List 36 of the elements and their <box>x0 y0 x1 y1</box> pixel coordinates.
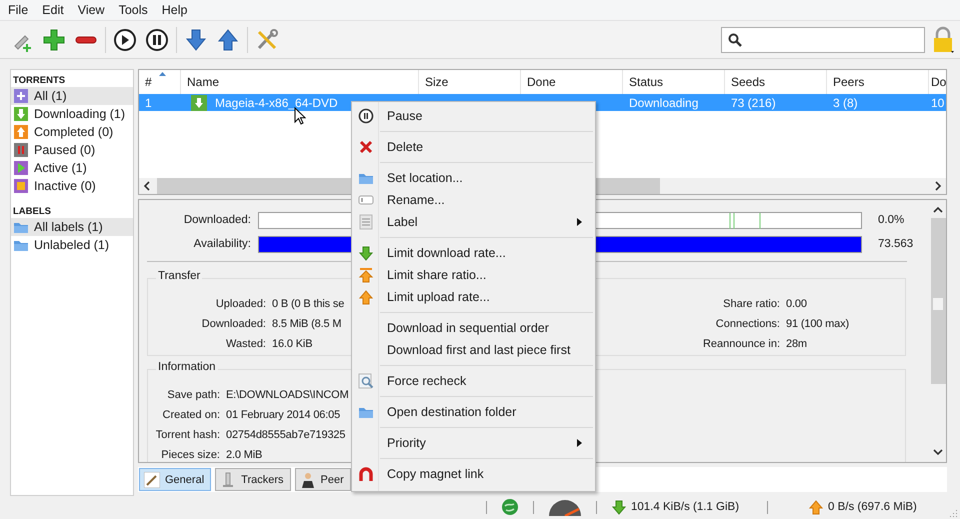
field-label: Save path: <box>167 388 220 402</box>
table-cell: 73 (216) <box>731 96 776 110</box>
field-label: Torrent hash: <box>156 428 220 442</box>
field-value: 01 February 2014 06:05 <box>226 408 340 422</box>
table-cell: 1 <box>145 96 152 110</box>
field-label: Downloaded: <box>182 214 251 226</box>
field-value: E:\DOWNLOADS\INCOM <box>226 388 349 402</box>
group-title: Transfer <box>156 270 202 282</box>
field-value: 2.0 MiB <box>226 448 262 462</box>
field-value: 28m <box>786 337 807 351</box>
download-rate: 101.4 KiB/s (1.1 GiB) <box>631 501 740 513</box>
field-label: Reannounce in: <box>702 337 780 351</box>
field-value: 02754d8555ab7e719325 <box>226 428 346 442</box>
table-cell: 10 <box>931 96 944 110</box>
value-text: 0.0% <box>878 214 904 226</box>
field-value: 8.5 MiB (8.5 M <box>272 317 342 331</box>
field-label: Wasted: <box>226 337 266 351</box>
upload-rate: 0 B/s (697.6 MiB) <box>828 501 917 513</box>
field-value: 0.00 <box>786 297 807 311</box>
section-heading: LABELS <box>12 205 52 218</box>
field-value: 0 B (0 B this se <box>272 297 344 311</box>
table-cell: 3 (8) <box>833 96 858 110</box>
field-label: Downloaded: <box>202 317 266 331</box>
field-label: Connections: <box>716 317 780 331</box>
field-label: Share ratio: <box>723 297 780 311</box>
table-cell: Downloading <box>629 96 698 110</box>
section-heading: TORRENTS <box>12 74 66 87</box>
field-label: Availability: <box>192 238 251 250</box>
field-label: Uploaded: <box>216 297 266 311</box>
value-text: 73.563 <box>878 238 914 250</box>
field-value: 91 (100 max) <box>786 317 850 331</box>
field-value: 16.0 KiB <box>272 337 312 351</box>
field-label: Created on: <box>162 408 220 422</box>
group-title: Information <box>156 361 218 373</box>
field-label: Pieces size: <box>161 448 220 462</box>
table-cell: Mageia-4-x86_64-DVD <box>215 96 338 110</box>
